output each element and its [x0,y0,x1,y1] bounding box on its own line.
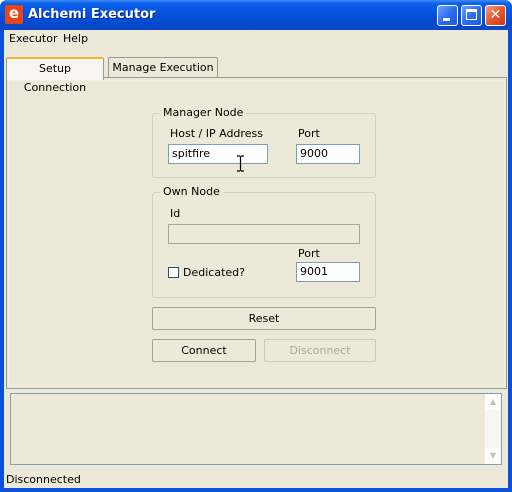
menu-help[interactable]: Help [63,32,88,45]
app-icon: e [5,5,23,24]
own-port-label: Port [298,247,320,260]
dedicated-label[interactable]: Dedicated? [183,266,245,279]
host-input[interactable]: spitfire [168,144,268,164]
minimize-button[interactable] [437,5,458,26]
id-input[interactable] [168,224,360,244]
log-output[interactable]: ▲ ▼ [10,393,502,465]
scroll-down-icon[interactable]: ▼ [485,448,501,464]
window-title: Alchemi Executor [28,7,156,22]
menu-bar: Executor Help [4,30,508,48]
status-text: Disconnected [6,473,81,486]
manager-port-label: Port [298,127,320,140]
setup-connection-panel: Manager Node Host / IP Address Port spit… [6,77,507,389]
minimize-icon [443,18,450,21]
close-icon: ✕ [489,7,502,23]
host-label: Host / IP Address [170,127,263,140]
maximize-icon [466,9,477,20]
manager-port-input[interactable]: 9000 [296,144,360,164]
client-area: Executor Help Setup Connection Manage Ex… [4,30,508,488]
close-button[interactable]: ✕ [485,5,506,26]
dedicated-checkbox[interactable] [168,267,179,278]
connect-button[interactable]: Connect [152,339,256,362]
own-node-legend: Own Node [160,185,223,198]
app-window: e Alchemi Executor ✕ Executor Help Setup… [0,0,512,492]
reset-button[interactable]: Reset [152,307,376,330]
own-port-input[interactable]: 9001 [296,262,360,282]
menu-executor[interactable]: Executor [9,32,57,45]
status-bar: Disconnected [4,470,508,488]
text-cursor-icon [237,155,244,172]
disconnect-button[interactable]: Disconnect [264,339,376,362]
id-label: Id [170,207,181,220]
log-scrollbar[interactable]: ▲ ▼ [485,394,501,464]
scroll-up-icon[interactable]: ▲ [485,394,501,410]
title-bar[interactable]: e Alchemi Executor ✕ [0,0,512,30]
own-node-group: Own Node Id Port Dedicated? 9001 [152,185,376,298]
manager-node-legend: Manager Node [160,106,247,119]
tab-setup-connection[interactable]: Setup Connection [6,57,104,94]
manager-node-group: Manager Node Host / IP Address Port spit… [152,106,376,178]
tab-manage-execution[interactable]: Manage Execution [108,57,218,78]
maximize-button[interactable] [461,5,482,26]
